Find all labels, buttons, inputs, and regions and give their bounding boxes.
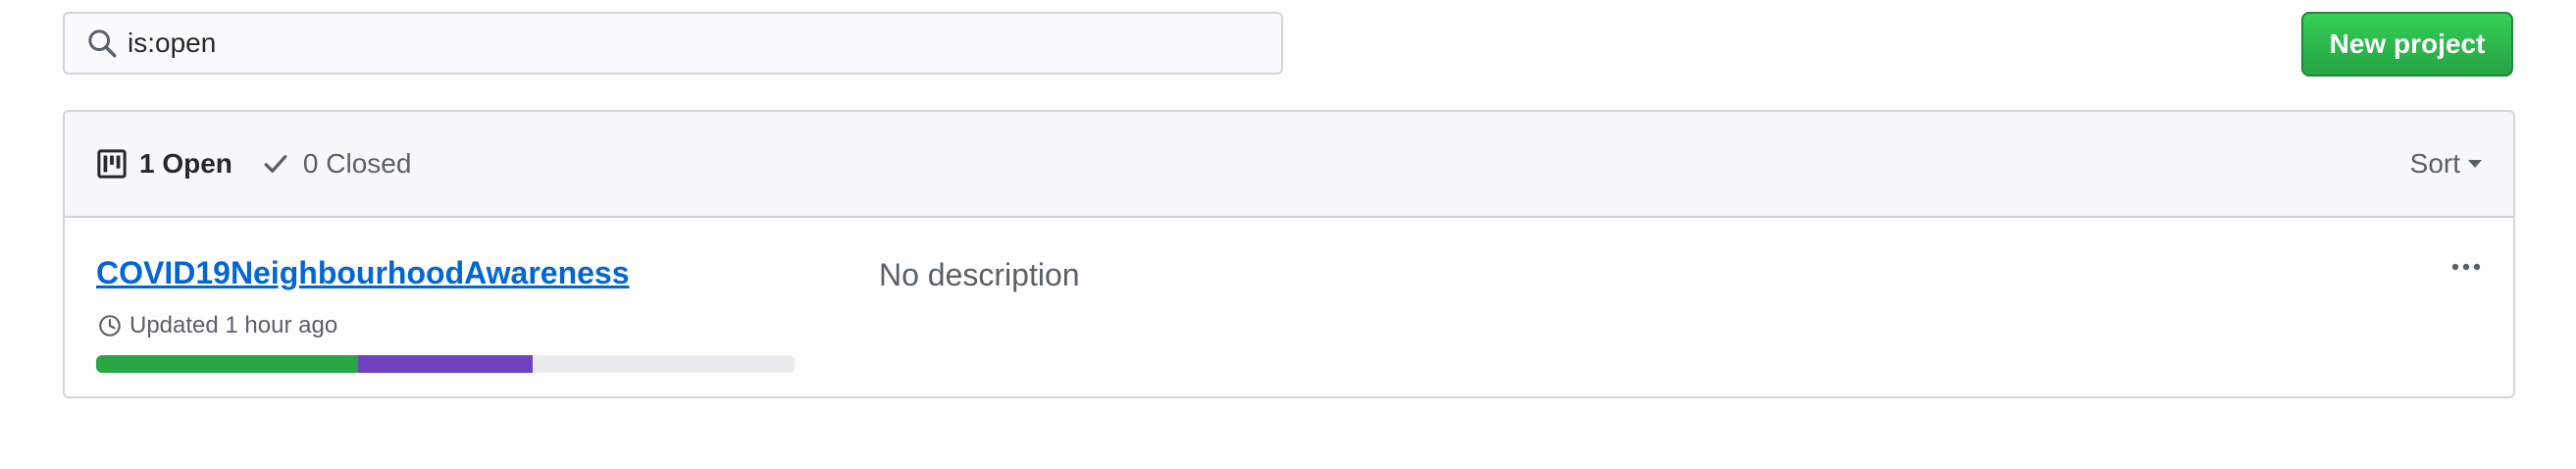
search-input[interactable] <box>128 14 1281 73</box>
filter-open[interactable]: 1 Open <box>96 148 232 180</box>
filter-open-label: 1 Open <box>139 148 232 179</box>
project-row: COVID19NeighbourhoodAwareness Updated 1 … <box>65 218 2513 396</box>
caret-down-icon <box>2468 160 2482 168</box>
progress-done-segment <box>96 355 358 373</box>
projects-list-header: 1 Open 0 Closed Sort <box>65 112 2513 218</box>
progress-todo-segment <box>533 355 795 373</box>
new-project-button[interactable]: New project <box>2301 12 2513 77</box>
project-board-icon <box>96 148 128 180</box>
projects-page: New project 1 Open <box>0 0 2576 469</box>
filter-closed[interactable]: 0 Closed <box>260 148 412 180</box>
sort-dropdown[interactable]: Sort <box>2410 112 2482 216</box>
search-box[interactable] <box>63 12 1283 75</box>
search-icon <box>84 26 120 61</box>
project-progress-bar <box>96 355 795 373</box>
project-title-link[interactable]: COVID19NeighbourhoodAwareness <box>96 255 630 291</box>
project-updated-text: Updated 1 hour ago <box>129 312 338 339</box>
more-options-icon[interactable] <box>2447 255 2486 279</box>
check-icon <box>260 148 291 180</box>
clock-icon <box>96 312 124 339</box>
project-description: No description <box>879 257 1080 292</box>
filter-closed-label: 0 Closed <box>302 148 412 179</box>
project-updated: Updated 1 hour ago <box>96 312 337 339</box>
projects-list: 1 Open 0 Closed Sort COVID19Neighbourhoo… <box>63 110 2515 398</box>
sort-label: Sort <box>2409 148 2460 179</box>
progress-in-progress-segment <box>358 355 533 373</box>
